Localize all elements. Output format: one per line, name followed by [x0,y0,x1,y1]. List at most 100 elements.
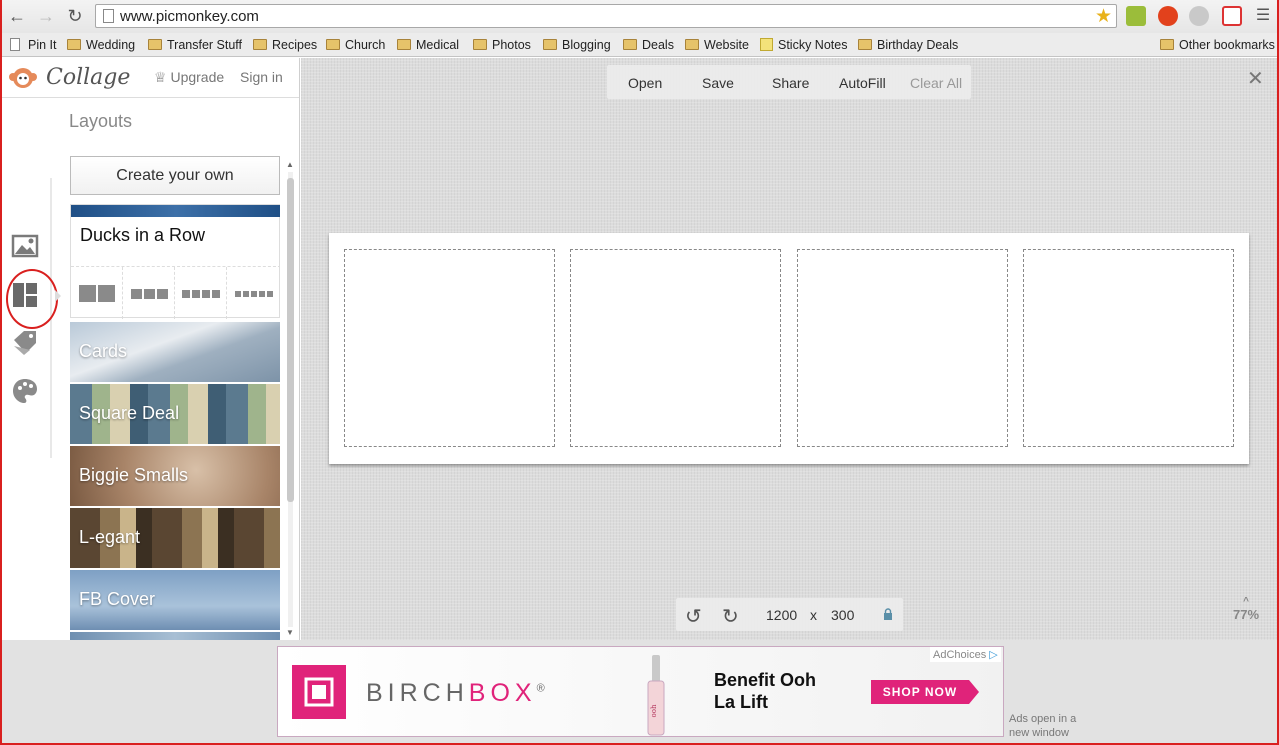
address-bar[interactable]: www.picmonkey.com ★ [95,4,1117,28]
bookmarks-bar: Pin It Wedding Transfer Stuff Recipes Ch… [0,33,1279,57]
bookmark-pin-it[interactable]: Pin It [10,37,57,53]
layout-list: Ducks in a Row Cards Square Deal Biggie … [70,204,280,640]
share-button[interactable]: Share [772,75,809,91]
folder-icon [326,39,340,50]
gmail-icon[interactable] [1222,6,1242,26]
brand-name: BIRCHBOX® [366,679,550,707]
bookmark-photos[interactable]: Photos [473,37,531,53]
canvas-area: Open Save Share AutoFill Clear All ✕ ↺ ↻… [301,58,1277,640]
height-field[interactable]: 300 [831,607,854,623]
layout-l-egant[interactable]: L-egant [70,508,280,568]
layout-ducks-in-a-row[interactable]: Ducks in a Row [70,204,280,319]
extension-grid-icon[interactable] [1126,6,1146,26]
layout-thumbnail [71,205,280,217]
create-your-own-button[interactable]: Create your own [70,156,280,195]
layout-fb-cover[interactable]: FB Cover [70,570,280,630]
folder-icon [1160,39,1174,50]
eye-extension-icon[interactable] [1189,6,1209,26]
url-text[interactable]: www.picmonkey.com [120,8,259,25]
svg-text:ooh: ooh [650,704,658,717]
bookmark-wedding[interactable]: Wedding [67,37,135,53]
layout-biggie-smalls[interactable]: Biggie Smalls [70,446,280,506]
variant-four[interactable] [175,267,227,319]
palette-icon[interactable] [10,376,40,406]
variant-five[interactable] [227,267,279,319]
shop-now-button[interactable]: SHOP NOW [871,680,969,704]
adchoices-link[interactable]: AdChoices ▷ [930,647,1001,662]
chevron-up-icon: ^ [1243,596,1249,607]
bookmark-birthday-deals[interactable]: Birthday Deals [858,37,958,53]
back-icon[interactable]: ← [6,6,28,26]
browser-toolbar: ← → ↻ www.picmonkey.com ★ ☰ [0,0,1279,33]
bookmark-transfer-stuff[interactable]: Transfer Stuff [148,37,242,53]
section-title: Layouts [69,111,133,131]
photo-slot[interactable] [797,249,1008,447]
bookmark-medical[interactable]: Medical [397,37,459,53]
bookmark-star-icon[interactable]: ★ [1095,5,1112,28]
layout-scrollbar[interactable]: ▲ ▼ [286,160,294,637]
shop-now-arrow [969,680,979,704]
bookmark-sticky-notes[interactable]: Sticky Notes [760,37,847,53]
dimension-separator: x [810,607,817,623]
tag-icon[interactable] [10,328,40,358]
stumbleupon-icon[interactable] [1158,6,1178,26]
photo-slot[interactable] [570,249,781,447]
scroll-thumb[interactable] [287,178,294,502]
folder-icon [623,39,637,50]
rotate-left-icon[interactable]: ↺ [685,604,702,629]
birchbox-logo-icon [292,665,346,719]
menu-icon[interactable]: ☰ [1252,6,1274,26]
bookmark-recipes[interactable]: Recipes [253,37,317,53]
monkey-logo-icon [9,68,37,88]
folder-icon [67,39,81,50]
page-icon [10,38,20,51]
divider [2,97,299,98]
layout-next-preview[interactable] [70,632,280,640]
layout-label: L-egant [79,527,141,547]
bookmark-website[interactable]: Website [685,37,749,53]
logo-text: Collage [46,65,131,90]
close-icon[interactable]: ✕ [1247,66,1264,91]
lock-icon[interactable] [883,608,893,620]
adchoices-icon: ▷ [989,649,998,661]
save-button[interactable]: Save [702,75,734,91]
lipgloss-product-icon: ooh [647,655,665,736]
folder-icon [685,39,699,50]
layout-title: Ducks in a Row [80,225,206,245]
folder-icon [253,39,267,50]
note-icon [760,38,773,51]
photo-slot[interactable] [344,249,555,447]
layout-label: Square Deal [79,403,180,423]
bookmark-deals[interactable]: Deals [623,37,674,53]
bookmark-church[interactable]: Church [326,37,385,53]
canvas-toolbar: Open Save Share AutoFill Clear All [607,65,971,99]
bookmark-blogging[interactable]: Blogging [543,37,611,53]
image-icon[interactable] [10,231,40,261]
folder-icon [543,39,557,50]
variant-two[interactable] [71,267,123,319]
bookmark-other[interactable]: Other bookmarks [1160,37,1275,53]
zoom-indicator[interactable]: ^ 77% [1232,596,1260,622]
scroll-down-icon[interactable]: ▼ [286,628,294,637]
autofill-button[interactable]: AutoFill [839,75,886,91]
birchbox-ad[interactable]: BIRCHBOX® ooh Benefit Ooh La Lift SHOP NO… [277,646,1004,737]
clear-all-button[interactable]: Clear All [910,75,962,91]
page-icon [103,9,114,23]
variant-three[interactable] [123,267,175,319]
open-button[interactable]: Open [628,75,662,91]
layout-square-deal[interactable]: Square Deal [70,384,280,444]
upgrade-link[interactable]: ♕ Upgrade [154,69,224,86]
sign-in-link[interactable]: Sign in [240,69,283,85]
forward-icon[interactable]: → [35,6,57,26]
width-field[interactable]: 1200 [766,607,797,623]
folder-icon [148,39,162,50]
scroll-up-icon[interactable]: ▲ [286,160,294,169]
reload-icon[interactable]: ↻ [64,6,86,26]
photo-slot[interactable] [1023,249,1234,447]
layout-cards[interactable]: Cards [70,322,280,382]
layout-variants [71,266,280,319]
left-panel: Collage ♕ Upgrade Sign in Layouts Create… [2,58,300,640]
collage-canvas [329,233,1249,464]
rotate-right-icon[interactable]: ↻ [722,604,739,629]
layout-label: Biggie Smalls [79,465,189,485]
